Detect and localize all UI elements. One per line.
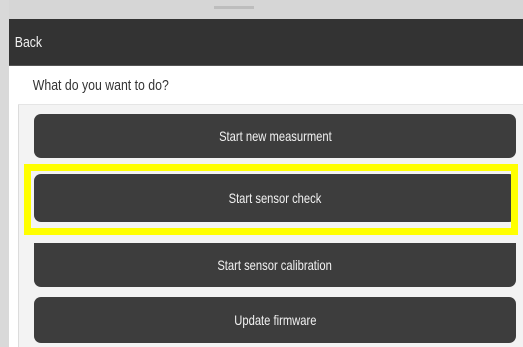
start-new-measurement-button[interactable]: Start new measurment — [34, 114, 516, 158]
left-edge — [0, 0, 9, 347]
update-firmware-label: Update firmware — [233, 312, 317, 328]
back-label: Back — [14, 33, 43, 51]
app-window: Back What do you want to do? Start new m… — [0, 0, 523, 347]
back-button[interactable]: Back — [9, 19, 523, 66]
start-sensor-calibration-button[interactable]: Start sensor calibration — [34, 243, 516, 287]
prompt-bar: What do you want to do? — [18, 66, 523, 105]
start-sensor-calibration-label: Start sensor calibration — [217, 257, 333, 273]
start-new-measurement-label: Start new measurment — [218, 128, 332, 144]
top-strip-handle — [214, 6, 254, 9]
start-sensor-check-button[interactable]: Start sensor check — [34, 174, 516, 222]
update-firmware-button[interactable]: Update firmware — [34, 297, 516, 343]
start-sensor-check-label: Start sensor check — [228, 190, 322, 206]
prompt-text: What do you want to do? — [32, 76, 169, 94]
top-strip — [0, 0, 523, 19]
